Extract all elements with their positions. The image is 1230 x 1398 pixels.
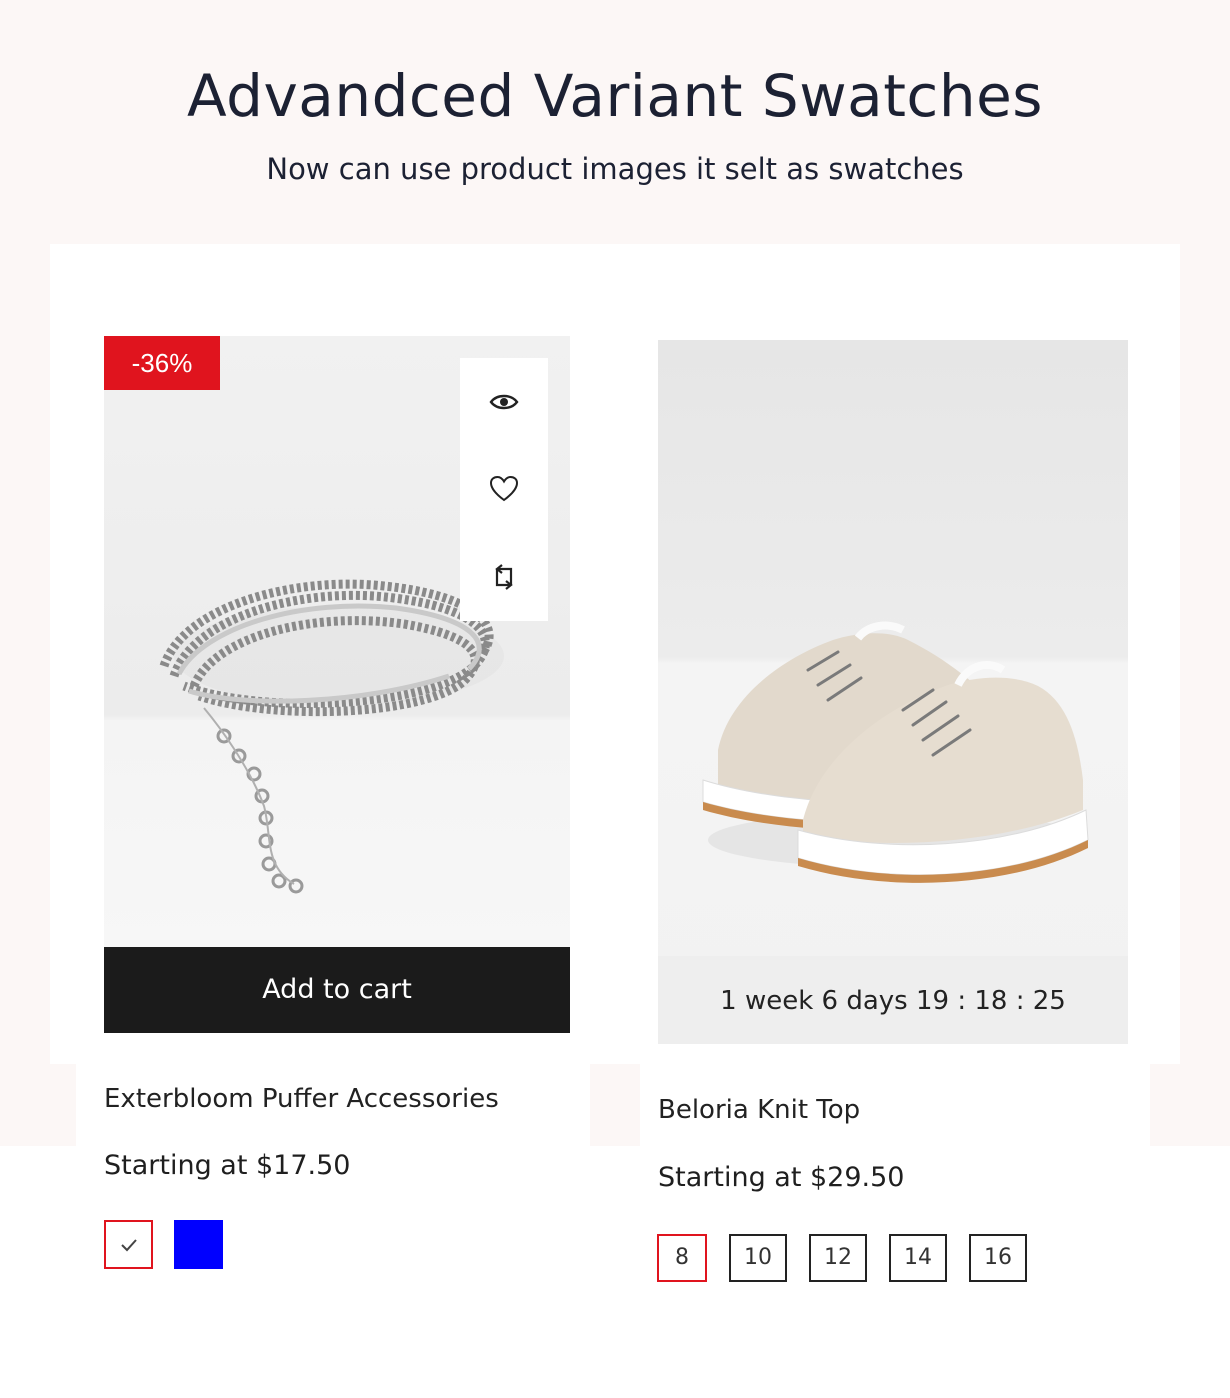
check-icon <box>120 1238 137 1251</box>
page-title: Advandced Variant Swatches <box>187 62 1043 130</box>
size-swatch-10[interactable]: 10 <box>729 1234 787 1282</box>
size-swatch-8[interactable]: 8 <box>657 1234 707 1282</box>
sneakers-illustration <box>702 621 1089 883</box>
size-swatch-16[interactable]: 16 <box>969 1234 1027 1282</box>
color-swatch-blue[interactable] <box>174 1220 223 1269</box>
countdown-timer: 1 week 6 days 19 : 18 : 25 <box>658 956 1128 1044</box>
size-swatch-14[interactable]: 14 <box>889 1234 947 1282</box>
product-price: Starting at $29.50 <box>658 1162 905 1193</box>
product-price: Starting at $17.50 <box>104 1150 351 1181</box>
product-name[interactable]: Beloria Knit Top <box>658 1095 860 1125</box>
discount-badge: -36% <box>104 336 220 390</box>
product-name[interactable]: Exterbloom Puffer Accessories <box>104 1084 499 1114</box>
product-actions <box>460 358 548 621</box>
compare-icon[interactable] <box>484 557 524 597</box>
quick-view-icon[interactable] <box>484 382 524 422</box>
size-swatch-12[interactable]: 12 <box>809 1234 867 1282</box>
add-to-cart-button[interactable]: Add to cart <box>104 947 570 1033</box>
sneakers-product-image[interactable] <box>658 340 1128 1044</box>
wishlist-heart-icon[interactable] <box>484 469 524 509</box>
page-subtitle: Now can use product images it selt as sw… <box>266 152 964 186</box>
color-swatch-white[interactable] <box>104 1220 153 1269</box>
